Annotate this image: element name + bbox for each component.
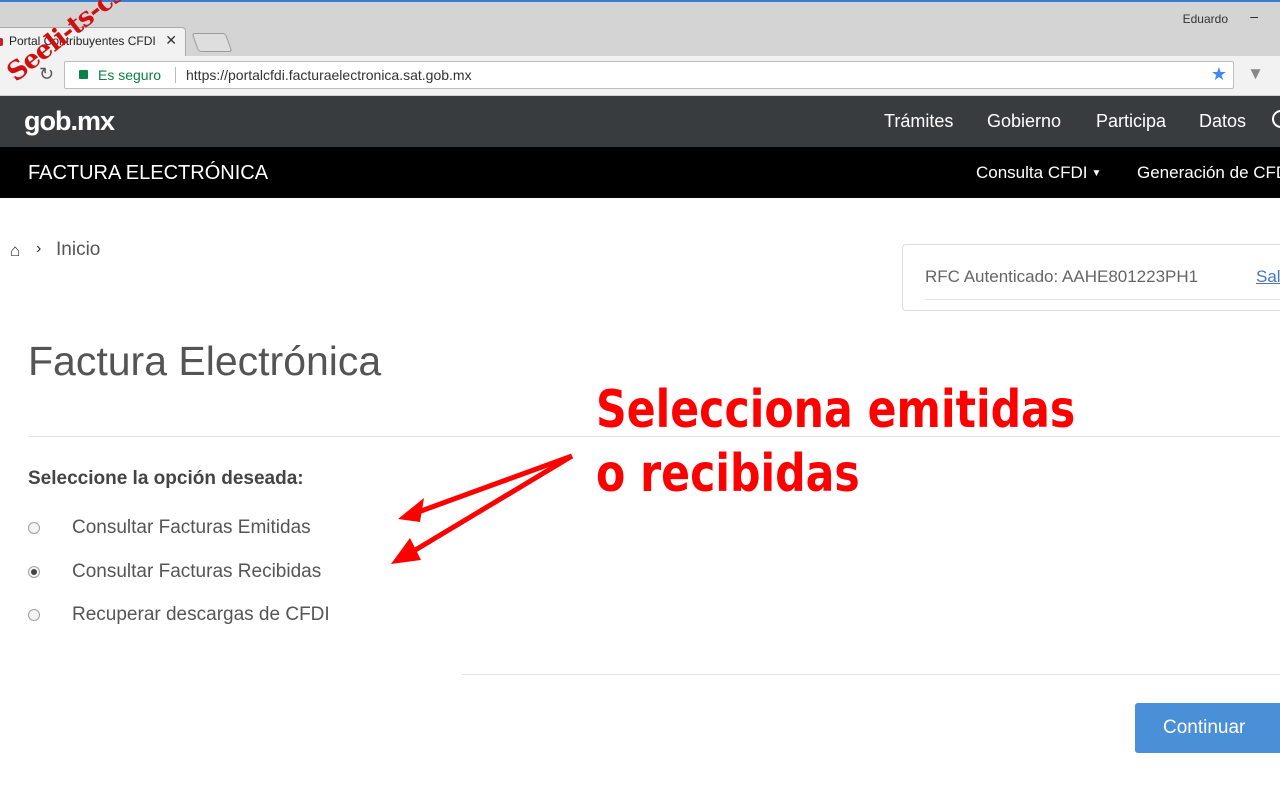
annotation-arrows	[391, 453, 574, 564]
arrow-to-emitidas	[398, 453, 573, 522]
